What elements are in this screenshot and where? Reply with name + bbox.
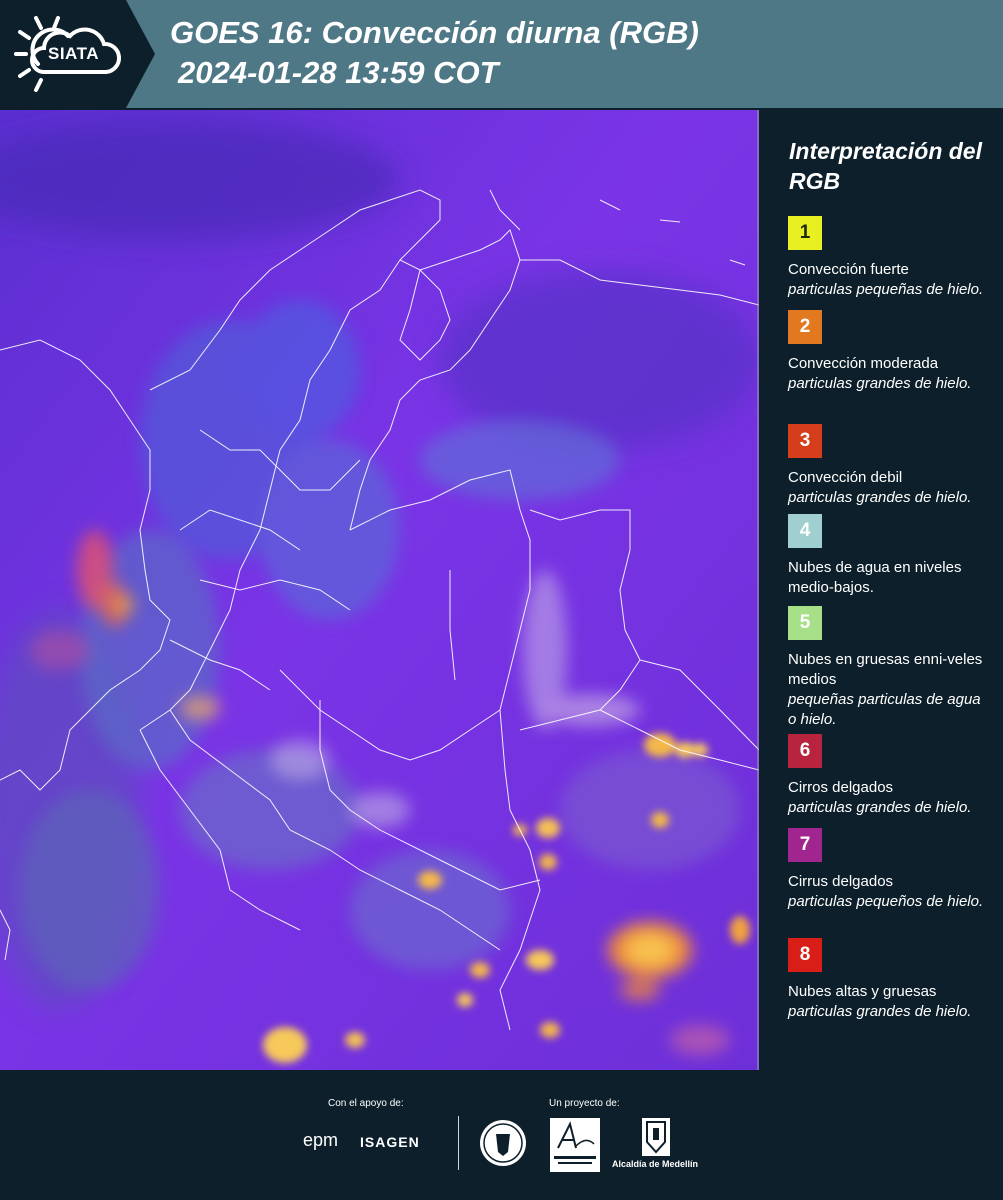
legend-item-8: 8 Nubes altas y gruesas particulas grand…: [788, 938, 988, 1022]
legend-swatch-5: 5: [788, 606, 822, 640]
epm-logo[interactable]: epm: [303, 1130, 338, 1151]
legend-label: Convección debil: [788, 469, 903, 486]
legend-number: 7: [799, 834, 811, 855]
logo-text: SIATA: [48, 44, 99, 63]
legend-number: 2: [799, 316, 811, 337]
legend-item-7: 7 Cirrus delgados particulas pequeños de…: [788, 828, 988, 912]
legend-swatch-4: 4: [788, 514, 822, 548]
legend-number: 3: [799, 430, 811, 451]
legend-item-5: 5 Nubes en gruesas enni-veles medios peq…: [788, 606, 988, 730]
timestamp: 2024-01-28 13:59 COT: [178, 55, 499, 90]
legend-swatch-2: 2: [788, 310, 822, 344]
legend-sub: particulas grandes de hielo.: [788, 375, 972, 392]
siata-logo[interactable]: SIATA: [0, 0, 155, 108]
legend-label: Cirros delgados: [788, 779, 894, 796]
legend-swatch-8: 8: [788, 938, 822, 972]
page-title: GOES 16: Convección diurna (RGB): [170, 15, 699, 50]
legend-swatch-6: 6: [788, 734, 822, 768]
legend-label: Nubes de agua en niveles medio-bajos.: [788, 559, 962, 596]
legend-item-1: 1 Convección fuerte particulas pequeñas …: [788, 216, 988, 300]
legend-sub: particulas pequeños de hielo.: [788, 893, 984, 910]
legend-item-4: 4 Nubes de agua en niveles medio-bajos.: [788, 514, 988, 598]
legend-title: Interpretación del RGB: [789, 138, 982, 194]
legend-sub: particulas grandes de hielo.: [788, 489, 972, 506]
legend-sub: particulas grandes de hielo.: [788, 1003, 972, 1020]
legend-label: Cirrus delgados: [788, 873, 894, 890]
alcaldia-label: Alcaldía de Medellín: [612, 1159, 699, 1169]
legend-label: Convección moderada: [788, 355, 939, 372]
legend-sub: pequeñas particulas de agua o hielo.: [788, 691, 981, 728]
legend-sub: particulas pequeñas de hielo.: [788, 281, 984, 298]
legend-swatch-7: 7: [788, 828, 822, 862]
satellite-map[interactable]: [0, 110, 759, 1070]
footer-divider: [458, 1116, 459, 1170]
area-metropolitana-logo[interactable]: [550, 1118, 600, 1172]
header-bar: SIATA GOES 16: Convección diurna (RGB) 2…: [0, 0, 1003, 108]
isagen-logo[interactable]: ISAGEN: [360, 1134, 420, 1150]
project-label: Un proyecto de:: [549, 1098, 620, 1109]
legend-item-3: 3 Convección debil particulas grandes de…: [788, 424, 988, 508]
satellite-image: [0, 110, 759, 1070]
legend-number: 4: [799, 520, 811, 541]
footer: Con el apoyo de: Un proyecto de: epm ISA…: [0, 1070, 1003, 1200]
legend-label: Nubes altas y gruesas: [788, 983, 937, 1000]
legend-item-2: 2 Convección moderada particulas grandes…: [788, 310, 988, 394]
legend-swatch-1: 1: [788, 216, 822, 250]
legend-swatch-3: 3: [788, 424, 822, 458]
legend-panel: Interpretación del RGB 1 Convección fuer…: [759, 108, 1003, 1070]
legend-number: 6: [799, 740, 811, 761]
legend-label: Convección fuerte: [788, 261, 909, 278]
alcaldia-shield-icon[interactable]: [642, 1118, 670, 1156]
legend-item-6: 6 Cirros delgados particulas grandes de …: [788, 734, 988, 818]
university-seal-icon[interactable]: [478, 1118, 528, 1168]
legend-label: Nubes en gruesas enni-veles medios: [788, 651, 983, 688]
legend-sub: particulas grandes de hielo.: [788, 799, 972, 816]
support-label: Con el apoyo de:: [328, 1098, 404, 1109]
legend-number: 1: [799, 222, 811, 243]
legend-number: 5: [799, 612, 811, 633]
legend-number: 8: [799, 944, 811, 965]
